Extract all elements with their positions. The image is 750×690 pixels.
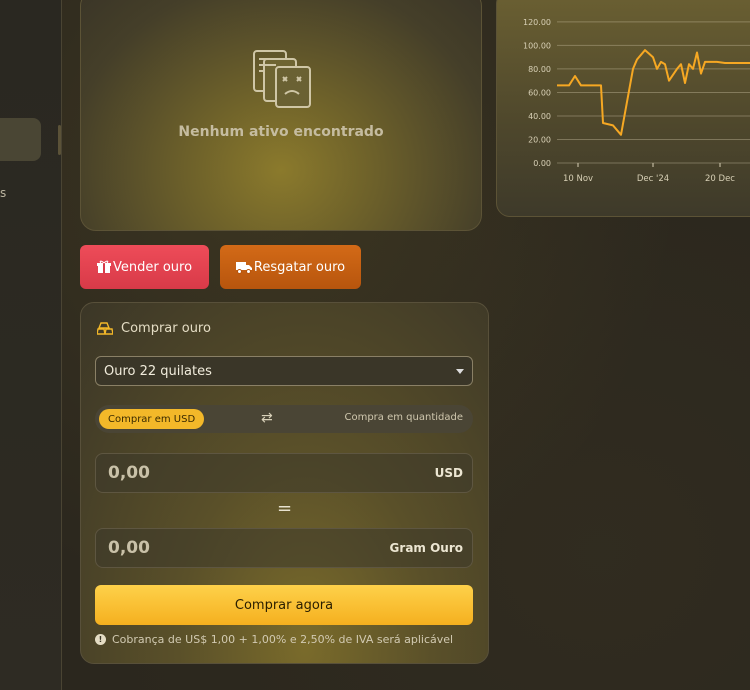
equals-sign: = — [276, 498, 293, 519]
y-tick-label: 120.00 — [523, 18, 551, 27]
x-tick-label: Dec '24 — [637, 174, 669, 184]
x-tick-label: 20 Dec — [705, 174, 735, 184]
sidebar-active-item[interactable] — [0, 118, 41, 161]
redeem-gold-label: Resgatar ouro — [253, 259, 346, 275]
usd-amount-input[interactable]: 0,00 USD — [95, 453, 473, 493]
sidebar-item-label[interactable]: s — [0, 186, 6, 200]
gold-bars-icon — [97, 322, 113, 335]
price-line-chart: 0.00 20.00 40.00 60.00 80.00 100.00 120.00 10 N… — [523, 18, 750, 184]
y-tick-label: 60.00 — [528, 88, 551, 97]
y-tick-label: 20.00 — [528, 135, 551, 144]
swap-icon[interactable]: ⇄ — [261, 410, 273, 426]
sidebar-divider — [58, 125, 61, 155]
gift-icon — [96, 260, 111, 273]
gold-type-value: Ouro 22 quilates — [104, 363, 212, 379]
buy-in-usd-tab[interactable]: Comprar em USD — [99, 409, 205, 429]
fee-note-text: Cobrança de US$ 1,00 + 1,00% e 2,50% de … — [112, 633, 454, 646]
buy-gold-title: Comprar ouro — [121, 321, 211, 336]
gold-type-select[interactable]: Ouro 22 quilates — [95, 356, 473, 386]
sell-gold-label: Vender ouro — [112, 259, 193, 275]
sidebar: s — [0, 0, 62, 690]
gram-amount-input[interactable]: 0,00 Gram Ouro — [95, 528, 473, 568]
empty-state-text: Nenhum ativo encontrado — [178, 124, 384, 140]
no-documents-icon — [253, 50, 311, 108]
usd-amount-value: 0,00 — [108, 463, 150, 483]
buy-gold-header: Comprar ouro — [97, 321, 211, 336]
buy-gold-card: Comprar ouro Ouro 22 quilates Comprar em… — [80, 302, 489, 664]
gram-unit-label: Gram Ouro — [389, 541, 463, 555]
buy-now-button[interactable]: Comprar agora — [95, 585, 473, 625]
chevron-down-icon — [456, 369, 464, 374]
portfolio-empty-card: Nenhum ativo encontrado — [80, 0, 482, 231]
y-tick-label: 0.00 — [533, 159, 551, 168]
truck-icon — [235, 261, 252, 274]
usd-unit-label: USD — [434, 466, 463, 480]
purchase-mode-toggle: Comprar em USD ⇄ Compra em quantidade — [95, 405, 473, 433]
buy-by-quantity-tab[interactable]: Compra em quantidade — [344, 412, 463, 423]
fee-note: ! Cobrança de US$ 1,00 + 1,00% e 2,50% d… — [95, 633, 453, 646]
y-tick-label: 40.00 — [528, 112, 551, 121]
price-chart-card: 0.00 20.00 40.00 60.00 80.00 100.00 120.00 10 N… — [496, 0, 750, 217]
y-tick-label: 80.00 — [528, 65, 551, 74]
y-tick-label: 100.00 — [523, 41, 551, 50]
gram-amount-value: 0,00 — [108, 538, 150, 558]
info-icon: ! — [95, 634, 106, 645]
x-tick-label: 10 Nov — [563, 174, 593, 184]
redeem-gold-button[interactable]: Resgatar ouro — [220, 245, 361, 289]
sell-gold-button[interactable]: Vender ouro — [80, 245, 209, 289]
